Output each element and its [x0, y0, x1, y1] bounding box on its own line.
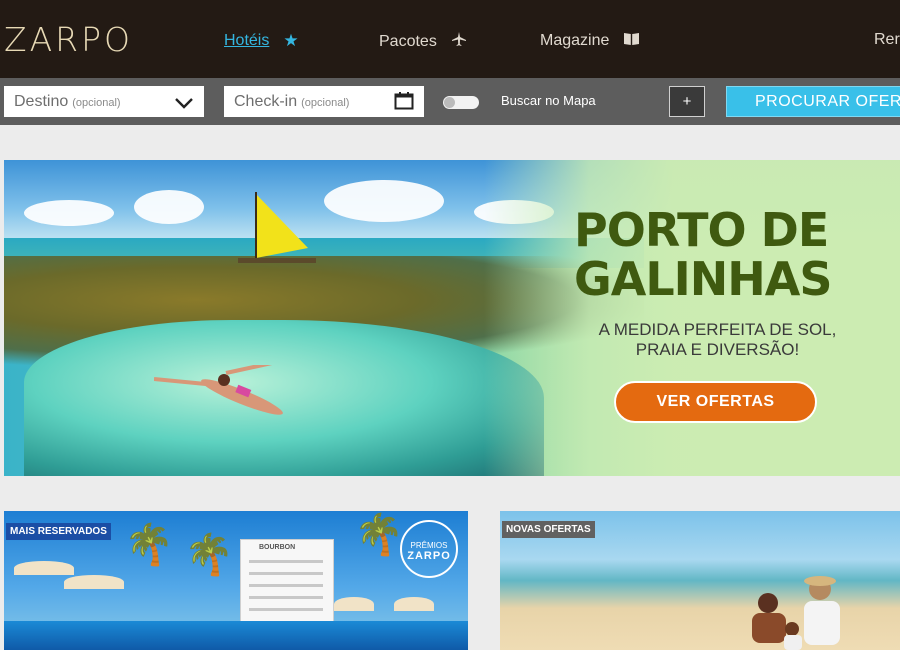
checkin-field[interactable]: Check-in (opcional)	[224, 86, 424, 117]
beach-umbrella	[14, 561, 74, 575]
checkin-hint: (opcional)	[301, 97, 350, 109]
destination-hint: (opcional)	[72, 97, 121, 109]
most-booked-badge: MAIS RESERVADOS	[6, 523, 111, 540]
award-name-text: ZARPO	[407, 550, 451, 562]
nav-truncated-label[interactable]: Rer	[874, 31, 900, 49]
book-icon	[623, 31, 640, 51]
hero-subtitle-line2: PRAIA E DIVERSÃO!	[635, 340, 800, 359]
destination-label: Destino	[14, 92, 69, 110]
nav-hotels-label[interactable]: Hotéis	[224, 32, 269, 50]
nav-hotels[interactable]: Hotéis ★	[224, 31, 299, 51]
airplane-icon	[451, 31, 467, 52]
beach-umbrella	[394, 597, 434, 611]
chevron-down-icon	[174, 93, 194, 114]
hero-title-line1: PORTO DE	[574, 203, 829, 257]
see-offers-button[interactable]: VER OFERTAS	[614, 381, 817, 423]
hotel-sign: BOURBON	[259, 544, 296, 551]
hero-cloud	[24, 200, 114, 226]
add-room-button[interactable]: +	[669, 86, 705, 117]
palm-tree-icon: 🌴	[124, 523, 174, 567]
floating-person	[154, 365, 283, 415]
hero-cloud	[134, 190, 204, 224]
family-on-beach	[752, 576, 840, 650]
hero-cloud	[324, 180, 444, 222]
hero-subtitle-line1: A MEDIDA PERFEITA DE SOL,	[598, 320, 837, 339]
beach-umbrella	[64, 575, 124, 589]
offer-card-new-offers[interactable]: NOVAS OFERTAS	[500, 511, 900, 650]
hotel-building: BOURBON	[240, 539, 334, 631]
map-toggle[interactable]	[443, 96, 479, 109]
beach-umbrella	[334, 597, 374, 611]
map-toggle-knob	[444, 97, 455, 108]
calendar-icon[interactable]	[394, 91, 414, 115]
search-offers-button[interactable]: PROCURAR OFER	[726, 86, 900, 117]
offer-card-most-booked[interactable]: 🌴 🌴 🌴 BOURBON MAIS RESERVADOS PRÊMIOS ZA…	[4, 511, 468, 650]
hero-title: PORTO DE GALINHAS	[574, 206, 874, 304]
zarpo-award-seal: PRÊMIOS ZARPO	[400, 520, 458, 578]
hero-title-line2: GALINHAS	[574, 252, 833, 306]
destination-select[interactable]: Destino (opcional)	[4, 86, 204, 117]
map-toggle-label[interactable]: Buscar no Mapa	[501, 93, 596, 108]
nav-truncated[interactable]: Rer	[874, 31, 900, 49]
palm-tree-icon: 🌴	[184, 533, 234, 577]
new-offers-badge: NOVAS OFERTAS	[502, 521, 595, 538]
nav-packages[interactable]: Pacotes	[379, 31, 467, 52]
nav-magazine-label[interactable]: Magazine	[540, 32, 609, 50]
top-header: ZARPO Hotéis ★ Pacotes Magazine Rer	[0, 0, 900, 78]
nav-magazine[interactable]: Magazine	[540, 31, 640, 51]
hero-subtitle: A MEDIDA PERFEITA DE SOL, PRAIA E DIVERS…	[580, 320, 855, 360]
zarpo-logo[interactable]: ZARPO	[4, 20, 133, 59]
palm-tree-icon: 🌴	[354, 513, 404, 557]
star-icon: ★	[283, 31, 299, 50]
hotel-pool	[4, 621, 468, 650]
nav-packages-label[interactable]: Pacotes	[379, 33, 437, 51]
jangada-sailboat	[238, 192, 316, 263]
checkin-label: Check-in	[234, 92, 298, 110]
